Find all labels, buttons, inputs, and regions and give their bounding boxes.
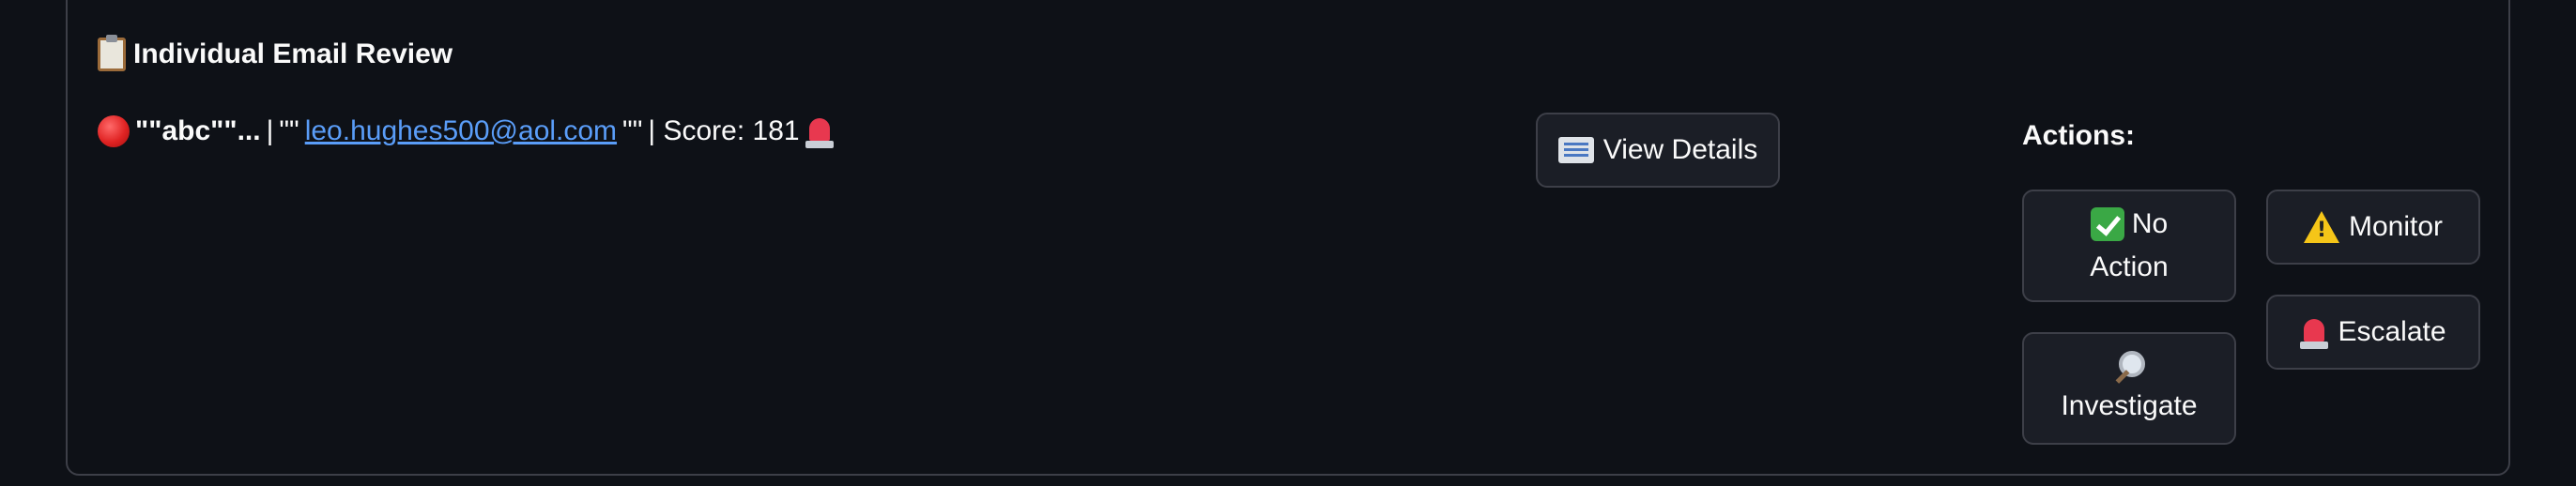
check-mark-icon — [2090, 206, 2124, 241]
sender-email-link[interactable]: leo.hughes500@aol.com — [305, 115, 617, 147]
clipboard-icon — [98, 35, 126, 71]
email-subject: ""abc""... — [135, 115, 261, 146]
escalate-label: Escalate — [2338, 316, 2446, 347]
magnifier-icon — [2111, 349, 2147, 385]
sender-prefix: "" — [279, 115, 299, 146]
investigate-label: Investigate — [2061, 389, 2198, 421]
sender-suffix: "" — [622, 115, 643, 146]
escalate-button[interactable]: Escalate — [2266, 295, 2480, 370]
actions-heading: Actions: — [2022, 120, 2135, 151]
email-summary-row: ""abc""... | "" leo.hughes500@aol.com "" |… — [98, 114, 834, 148]
no-action-label-line1: No — [2131, 207, 2169, 239]
monitor-label: Monitor — [2348, 211, 2444, 242]
view-details-label: View Details — [1602, 134, 1758, 165]
no-action-button[interactable]: No Action — [2022, 190, 2236, 302]
siren-icon — [805, 114, 834, 148]
envelope-icon — [1557, 137, 1594, 163]
monitor-button[interactable]: Monitor — [2266, 190, 2480, 265]
section-title-text: Individual Email Review — [133, 38, 453, 69]
risk-score: | Score: 181 — [648, 115, 800, 146]
view-details-button[interactable]: View Details — [1536, 113, 1780, 188]
investigate-button[interactable]: Investigate — [2022, 332, 2236, 445]
red-circle-icon — [98, 115, 130, 147]
separator: | — [266, 115, 274, 146]
siren-icon — [2300, 315, 2329, 349]
section-heading: Individual Email Review — [98, 35, 453, 71]
no-action-label-line2: Action — [2090, 251, 2169, 282]
warning-icon — [2303, 211, 2339, 243]
